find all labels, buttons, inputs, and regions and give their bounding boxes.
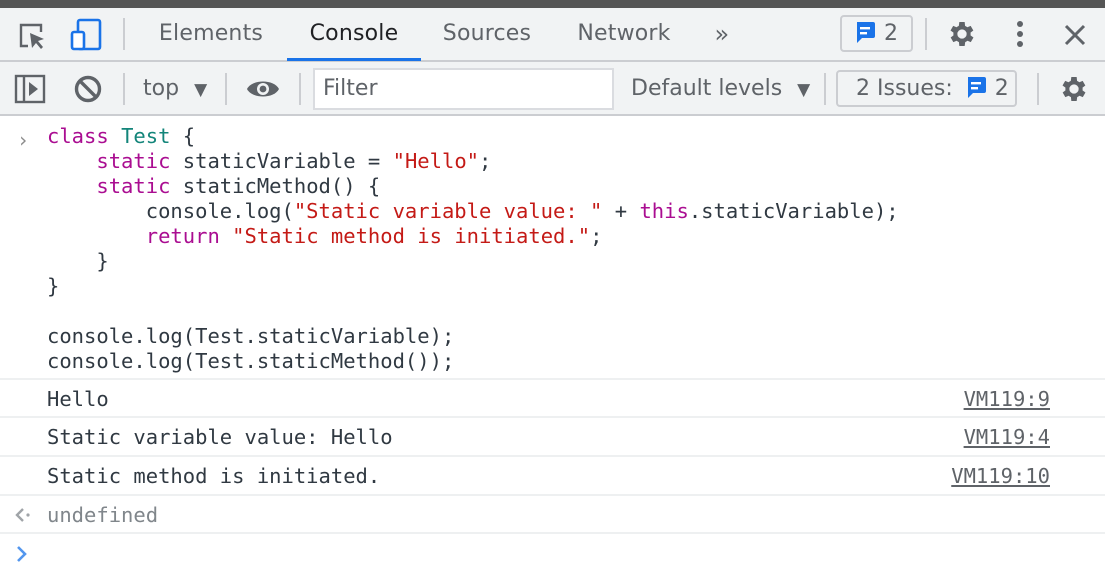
console-settings-gear-icon[interactable] bbox=[1058, 73, 1090, 109]
code-token-kw: this bbox=[639, 199, 689, 223]
separator bbox=[299, 73, 301, 105]
code-token-plain: { bbox=[170, 124, 196, 148]
issues-button[interactable]: 2 Issues: 2 bbox=[836, 70, 1017, 107]
log-text: Hello bbox=[47, 387, 109, 411]
code-token-plain: .staticVariable); bbox=[688, 199, 899, 223]
device-toolbar-icon[interactable] bbox=[68, 18, 102, 56]
tab-sources[interactable]: Sources bbox=[432, 8, 542, 60]
code-token-plain: ; bbox=[479, 149, 492, 173]
log-message: Static method is initiated. VM119:10 bbox=[0, 455, 1105, 493]
code-line: console.log("Static variable value: " + … bbox=[47, 199, 899, 224]
tab-console[interactable]: Console bbox=[290, 8, 418, 60]
result-value: undefined bbox=[47, 503, 159, 527]
code-token-plain: staticVariable = bbox=[182, 149, 393, 173]
show-sidebar-icon[interactable] bbox=[14, 74, 46, 108]
code-token-plain: console.log( bbox=[47, 199, 294, 223]
code-token-str: "Static method is initiated." bbox=[232, 224, 591, 248]
code-line: static staticMethod() { bbox=[47, 174, 899, 199]
issues-label: 2 Issues: bbox=[856, 76, 953, 101]
code-line: } bbox=[47, 249, 899, 274]
log-text: Static variable value: Hello bbox=[47, 425, 393, 449]
tab-elements[interactable]: Elements bbox=[150, 8, 272, 60]
code-token-plain: ; bbox=[590, 224, 603, 248]
code-token-plain: } bbox=[47, 274, 60, 298]
context-selector[interactable]: top ▼ bbox=[143, 62, 207, 117]
inspect-element-icon[interactable] bbox=[16, 20, 48, 56]
code-token-plain: } bbox=[47, 249, 109, 273]
separator bbox=[123, 18, 125, 50]
dropdown-arrow-icon: ▼ bbox=[194, 80, 208, 100]
gear-icon[interactable] bbox=[946, 18, 978, 54]
close-icon[interactable] bbox=[1062, 22, 1088, 52]
code-line: return "Static method is initiated."; bbox=[47, 224, 899, 249]
separator bbox=[824, 73, 826, 105]
log-message: Hello VM119:9 bbox=[0, 378, 1105, 416]
tab-network[interactable]: Network bbox=[565, 8, 683, 60]
code-line: console.log(Test.staticVariable); bbox=[47, 324, 899, 349]
code-token-kw: static bbox=[96, 174, 183, 198]
source-link[interactable]: VM119:4 bbox=[964, 422, 1050, 452]
separator bbox=[925, 18, 927, 50]
code-token-cls: Test bbox=[121, 124, 171, 148]
log-text: Static method is initiated. bbox=[47, 464, 381, 488]
code-line: } bbox=[47, 274, 899, 299]
console-prompt[interactable] bbox=[0, 532, 1105, 577]
code-line: console.log(Test.staticMethod()); bbox=[47, 349, 899, 374]
code-token-kw: return bbox=[145, 224, 233, 248]
issues-count: 2 bbox=[994, 76, 1009, 101]
message-icon bbox=[965, 76, 987, 106]
devtools-tab-bar: Elements Console Sources Network » 2 bbox=[0, 8, 1105, 62]
log-levels-label: Default levels bbox=[631, 76, 783, 101]
source-link[interactable]: VM119:9 bbox=[964, 384, 1050, 414]
console-input-code: class Test { static staticVariable = "He… bbox=[47, 124, 899, 374]
separator bbox=[225, 73, 227, 105]
code-line: static staticVariable = "Hello"; bbox=[47, 149, 899, 174]
message-icon bbox=[854, 21, 876, 51]
log-levels-dropdown[interactable]: Default levels ▼ bbox=[631, 62, 810, 117]
messages-badge[interactable]: 2 bbox=[840, 15, 913, 52]
separator bbox=[1037, 73, 1039, 105]
separator bbox=[123, 73, 125, 105]
source-link[interactable]: VM119:10 bbox=[951, 461, 1050, 491]
context-value: top bbox=[143, 76, 180, 101]
kebab-menu-icon[interactable] bbox=[1008, 18, 1032, 54]
dropdown-arrow-icon: ▼ bbox=[797, 80, 811, 100]
filter-input[interactable]: Filter bbox=[313, 68, 614, 110]
code-token-str: "Static variable value: " bbox=[293, 199, 603, 223]
code-token-kw: class bbox=[47, 124, 122, 148]
code-token-kw: static bbox=[96, 149, 183, 173]
log-message: Static variable value: Hello VM119:4 bbox=[0, 416, 1105, 454]
window-top-border bbox=[0, 0, 1105, 8]
result-arrow-icon bbox=[14, 506, 34, 528]
prompt-chevron-icon bbox=[14, 544, 30, 568]
console-toolbar: top ▼ Filter Default levels ▼ 2 Issues: … bbox=[0, 62, 1105, 116]
clear-console-icon[interactable] bbox=[73, 74, 103, 108]
code-token-plain: console.log(Test.staticMethod()); bbox=[47, 349, 455, 373]
code-token-str: "Hello" bbox=[392, 149, 480, 173]
messages-count: 2 bbox=[884, 21, 898, 46]
code-line: class Test { bbox=[47, 124, 899, 149]
eye-icon[interactable] bbox=[246, 76, 280, 106]
code-token-plain: staticMethod() { bbox=[182, 174, 381, 198]
input-prompt-icon: › bbox=[17, 128, 30, 152]
code-token-plain: console.log(Test.staticVariable); bbox=[47, 324, 455, 348]
code-token-plain: + bbox=[602, 199, 640, 223]
result-message: undefined bbox=[0, 494, 1105, 532]
active-tab-indicator bbox=[287, 58, 421, 61]
more-tabs-button[interactable]: » bbox=[700, 8, 744, 60]
